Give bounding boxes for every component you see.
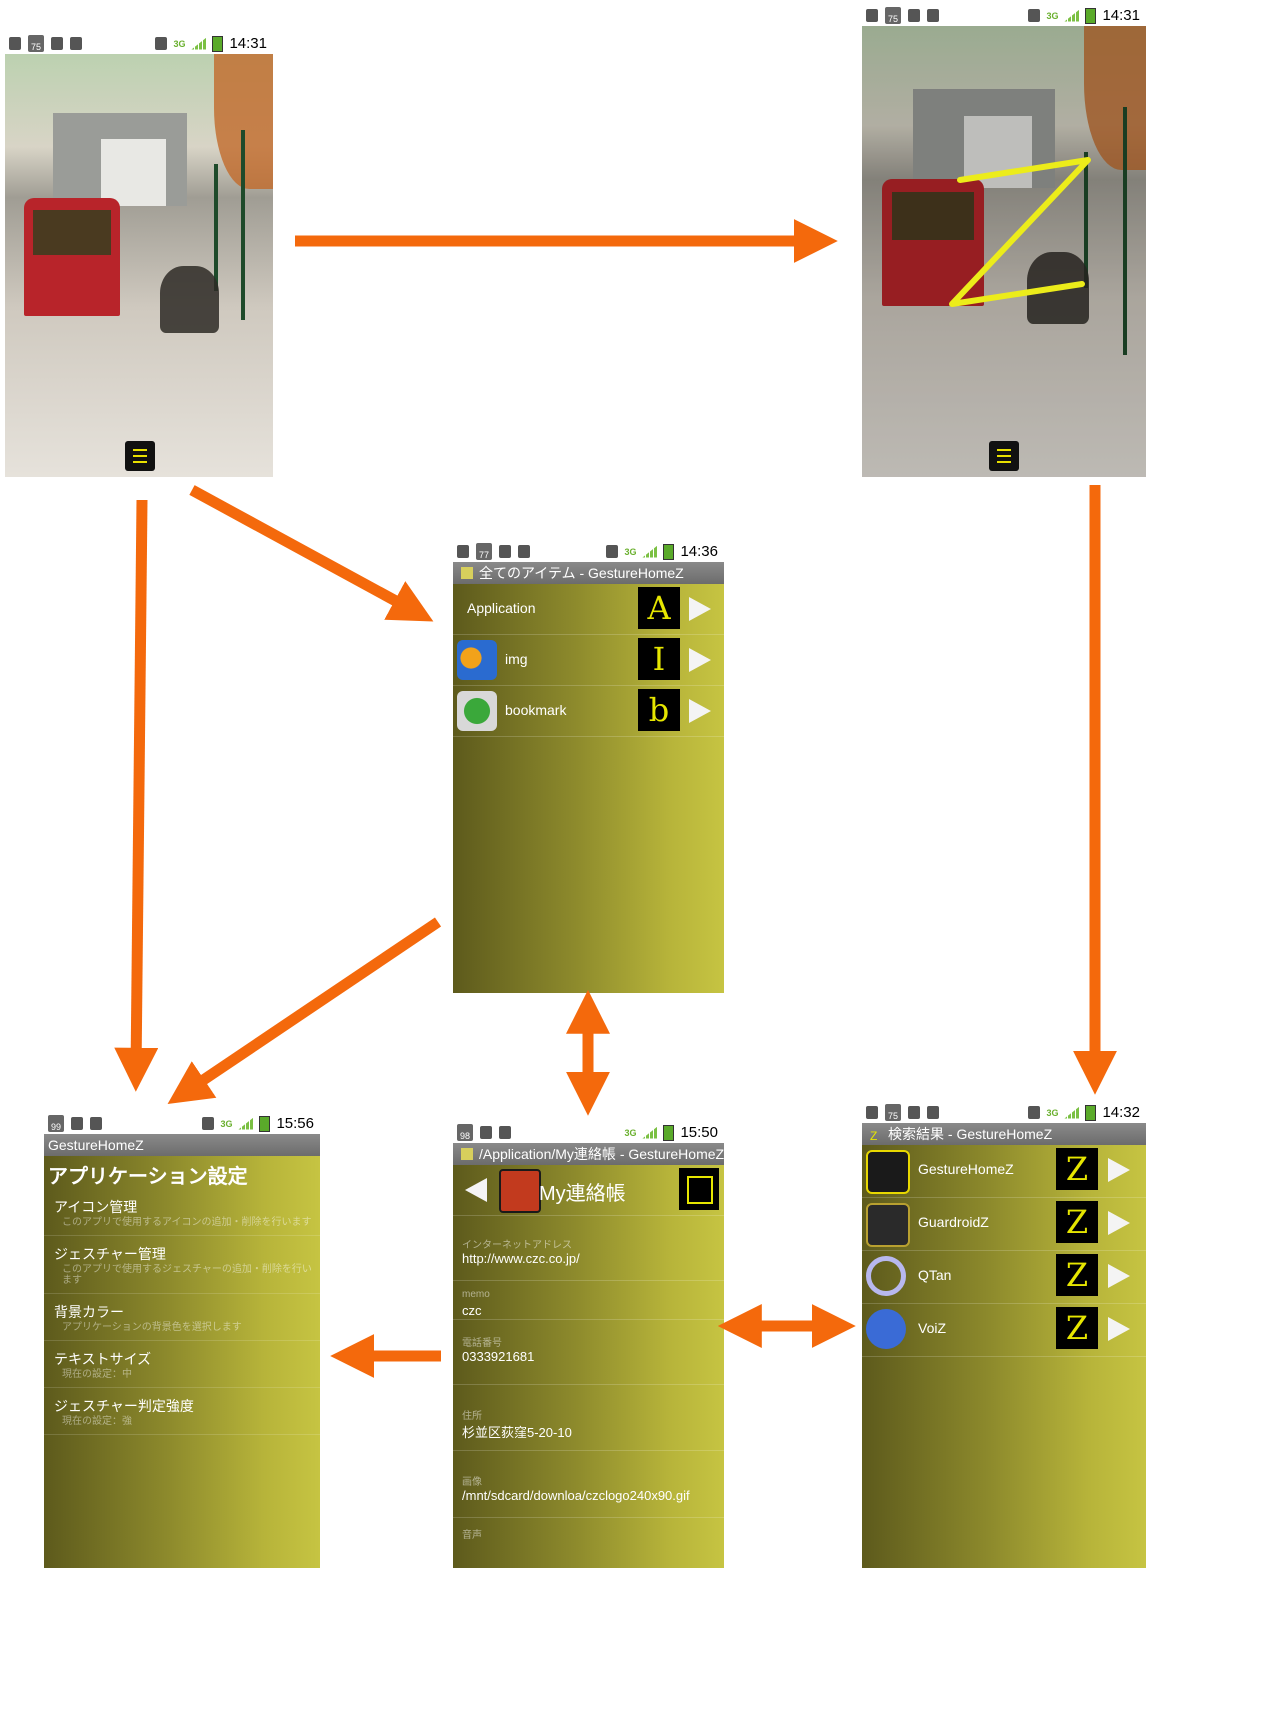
- arrow-home-to-settings: [114, 499, 159, 1092]
- flow-arrows: [114, 219, 1117, 1378]
- arrow-home-to-all-items: [189, 485, 434, 622]
- arrow-all-items-to-settings: [167, 917, 442, 1105]
